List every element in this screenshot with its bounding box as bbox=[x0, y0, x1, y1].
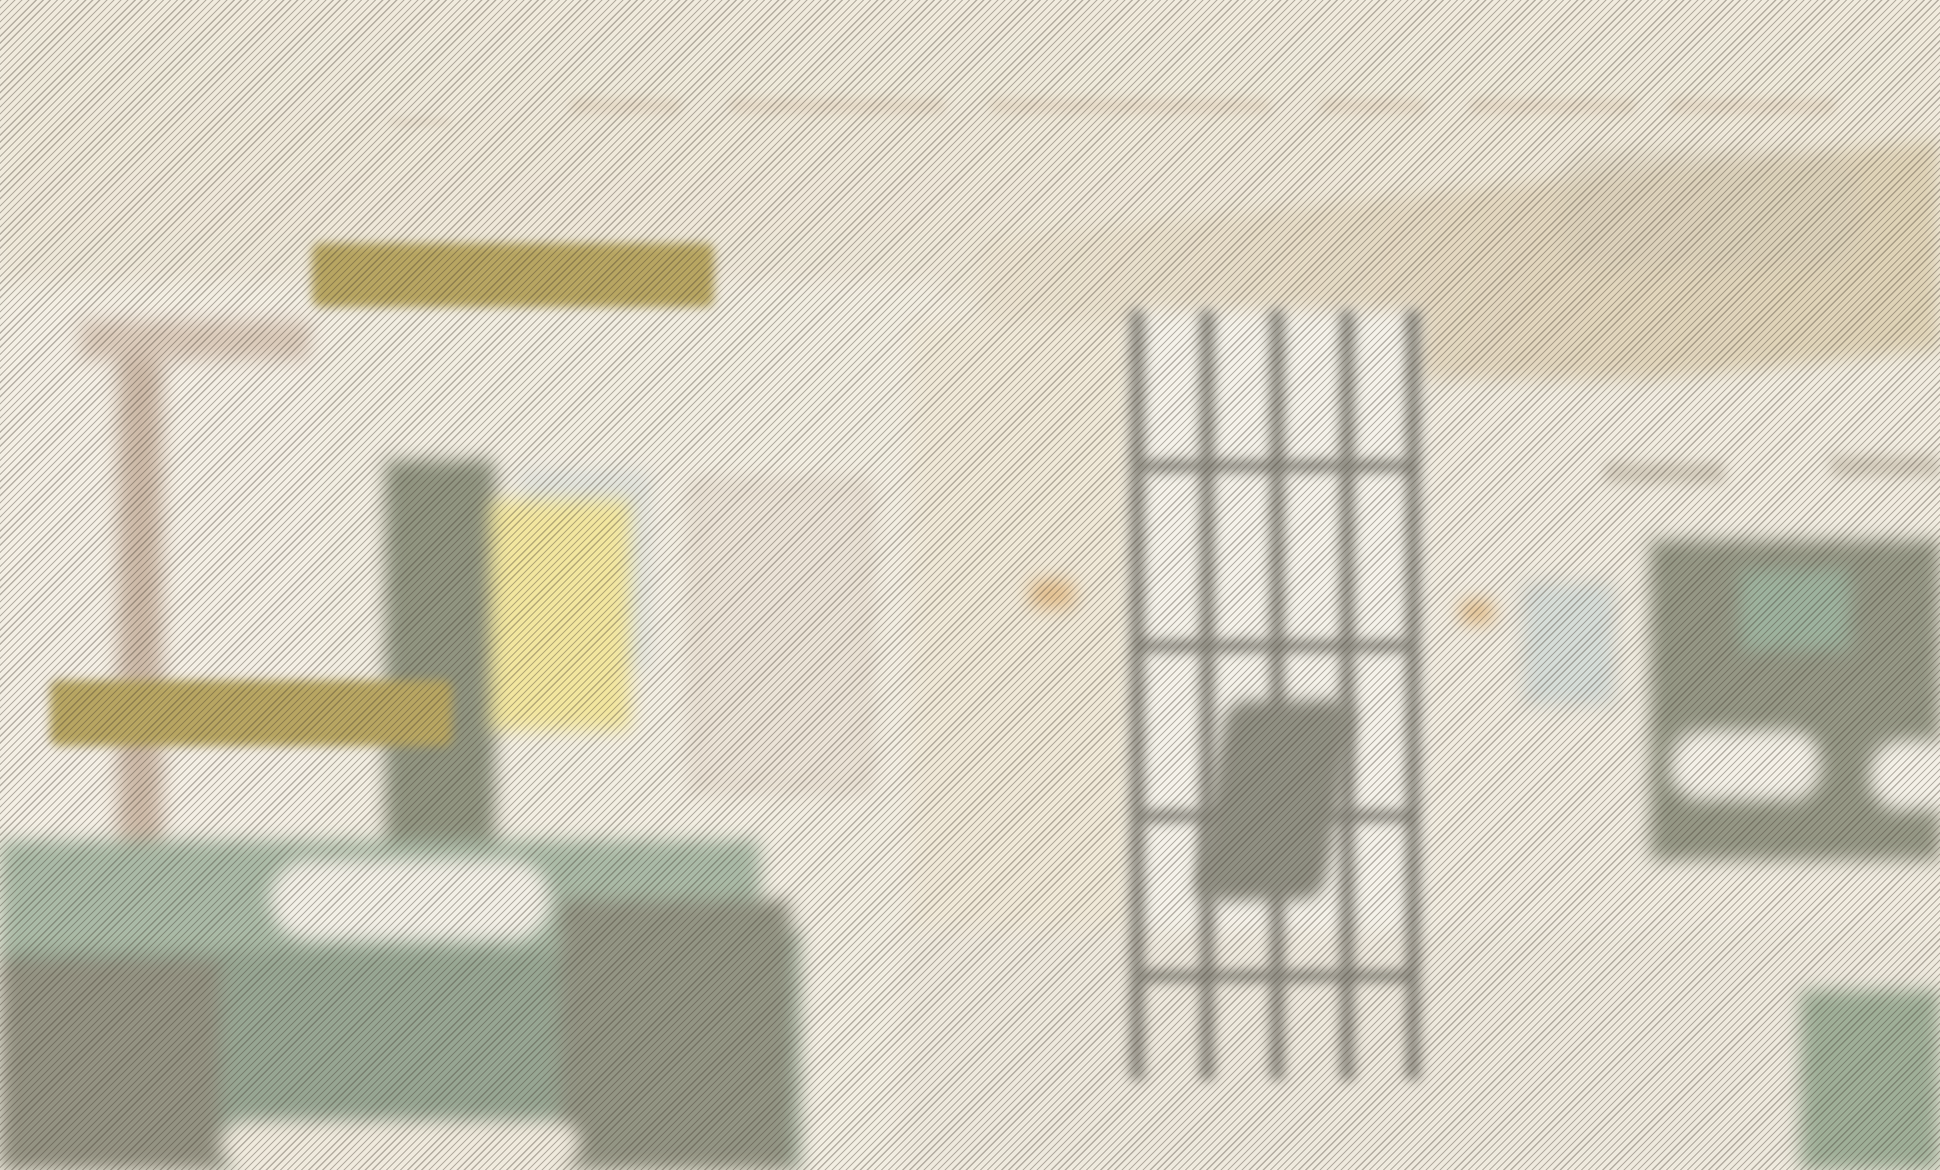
nav-item-label bbox=[1320, 98, 1425, 114]
nav-item-label bbox=[1670, 98, 1835, 114]
faint-label bbox=[1605, 462, 1725, 484]
nav-item-2[interactable] bbox=[730, 92, 945, 120]
nav-item-6[interactable] bbox=[1670, 92, 1835, 120]
nav-item-5[interactable] bbox=[1470, 92, 1635, 120]
nav-item-label bbox=[1470, 98, 1635, 114]
nav-item-4[interactable] bbox=[1320, 92, 1425, 120]
nav-item-label bbox=[990, 98, 1270, 114]
nav-item-3[interactable] bbox=[990, 92, 1270, 120]
nav-item-label bbox=[730, 98, 945, 114]
hero-badge-bottom[interactable] bbox=[50, 680, 452, 746]
nav-item-1[interactable] bbox=[570, 92, 680, 120]
nav-item-label bbox=[570, 98, 680, 114]
site-header bbox=[0, 0, 1940, 1170]
page bbox=[0, 0, 1940, 1170]
faint-label bbox=[1830, 455, 1940, 477]
hero-badge-top[interactable] bbox=[312, 243, 714, 307]
logo-tagline bbox=[390, 118, 450, 126]
